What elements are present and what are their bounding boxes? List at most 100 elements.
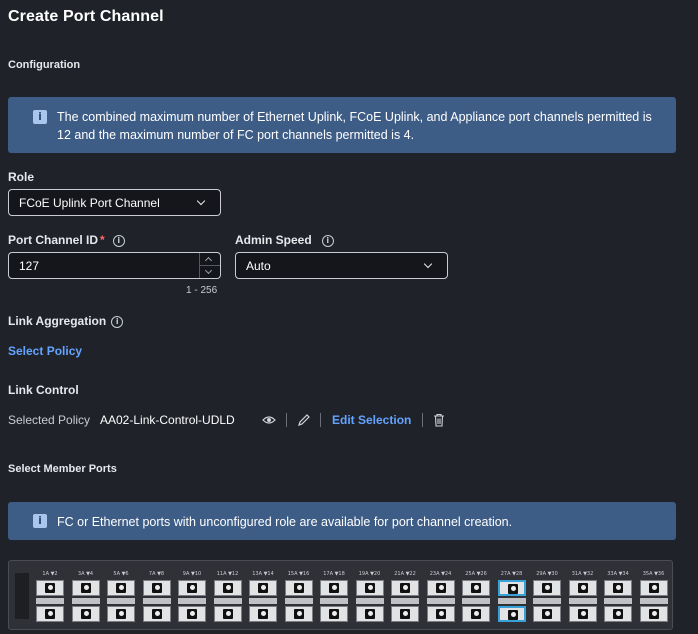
port-pair-27[interactable]: 27A ▼28 bbox=[495, 571, 529, 626]
stepper-down-icon[interactable] bbox=[204, 266, 213, 275]
port-15[interactable] bbox=[284, 580, 313, 596]
port-30[interactable] bbox=[533, 606, 561, 622]
port-channel-id-label-text: Port Channel ID bbox=[8, 233, 99, 247]
port-led bbox=[83, 585, 89, 590]
switch-faceplate: 1A ▼2 3A ▼4 5A ▼6 7A ▼8 9A ▼10 11A ▼12 13A ▼14… bbox=[8, 560, 673, 630]
info-circle-icon[interactable]: i bbox=[112, 234, 125, 247]
port-pair-19[interactable]: 19A ▼20 bbox=[353, 571, 387, 626]
port-number-label: 23A ▼24 bbox=[429, 571, 452, 577]
select-policy-link[interactable]: Select Policy bbox=[8, 344, 82, 358]
port-led bbox=[119, 585, 124, 590]
port-pair-1[interactable]: 1A ▼2 bbox=[33, 571, 67, 626]
port-26[interactable] bbox=[462, 606, 490, 622]
port-6[interactable] bbox=[107, 606, 135, 622]
port-pair-33[interactable]: 33A ▼34 bbox=[601, 571, 635, 626]
port-number-label: 9A ▼10 bbox=[182, 571, 202, 577]
role-select[interactable]: FCoE Uplink Port Channel bbox=[8, 189, 221, 216]
port-led bbox=[510, 586, 516, 591]
trash-icon[interactable] bbox=[433, 413, 445, 427]
port-23[interactable] bbox=[426, 580, 455, 596]
info-circle-icon[interactable]: i bbox=[111, 315, 124, 328]
port-led bbox=[119, 611, 124, 616]
port-27[interactable] bbox=[497, 580, 526, 596]
port-pair-13[interactable]: 13A ▼14 bbox=[246, 571, 280, 626]
port-22[interactable] bbox=[391, 606, 419, 622]
port-24[interactable] bbox=[426, 606, 455, 622]
configuration-info-banner: i The combined maximum number of Etherne… bbox=[8, 97, 676, 153]
port-number-label: 33A ▼34 bbox=[607, 571, 629, 577]
port-led bbox=[616, 611, 621, 616]
edit-selection-link[interactable]: Edit Selection bbox=[332, 413, 411, 427]
info-circle-icon[interactable]: i bbox=[321, 234, 334, 247]
port-pair-21[interactable]: 21A ▼22 bbox=[388, 571, 422, 626]
port-3[interactable] bbox=[71, 580, 100, 596]
port-17[interactable] bbox=[320, 580, 348, 596]
port-28[interactable] bbox=[497, 606, 526, 622]
admin-speed-select[interactable]: Auto bbox=[235, 252, 448, 279]
range-hint: 1 - 256 bbox=[186, 285, 218, 296]
port-13[interactable] bbox=[249, 580, 277, 596]
port-2[interactable] bbox=[36, 606, 64, 622]
port-pair-3[interactable]: 3A ▼4 bbox=[69, 571, 103, 626]
port-20[interactable] bbox=[355, 606, 384, 622]
port-11[interactable] bbox=[213, 580, 242, 596]
port-pair-7[interactable]: 7A ▼8 bbox=[140, 571, 174, 626]
port-12[interactable] bbox=[213, 606, 242, 622]
port-19[interactable] bbox=[355, 580, 384, 596]
port-led bbox=[651, 611, 657, 616]
port-16[interactable] bbox=[284, 606, 313, 622]
port-1[interactable] bbox=[36, 580, 64, 596]
port-led bbox=[616, 585, 621, 590]
port-divider-strip bbox=[462, 598, 490, 604]
port-pair-5[interactable]: 5A ▼6 bbox=[104, 571, 138, 626]
quantity-stepper[interactable] bbox=[199, 253, 220, 278]
port-divider-strip bbox=[71, 598, 100, 604]
port-led bbox=[83, 611, 89, 616]
port-29[interactable] bbox=[533, 580, 561, 596]
port-led bbox=[510, 612, 516, 617]
port-31[interactable] bbox=[568, 580, 597, 596]
port-14[interactable] bbox=[249, 606, 277, 622]
port-pair-11[interactable]: 11A ▼12 bbox=[211, 571, 245, 626]
admin-speed-label: Admin Speed i bbox=[235, 233, 334, 247]
port-number-label: 35A ▼36 bbox=[642, 571, 665, 577]
port-led bbox=[403, 585, 408, 590]
port-7[interactable] bbox=[142, 580, 171, 596]
port-divider-strip bbox=[178, 598, 206, 604]
stepper-up-icon[interactable] bbox=[204, 256, 213, 265]
admin-speed-value: Auto bbox=[246, 259, 271, 273]
port-32[interactable] bbox=[568, 606, 597, 622]
eye-icon[interactable] bbox=[262, 415, 276, 425]
port-pair-29[interactable]: 29A ▼30 bbox=[530, 571, 564, 626]
port-9[interactable] bbox=[178, 580, 206, 596]
port-number-label: 11A ▼12 bbox=[216, 571, 239, 577]
port-number-label: 25A ▼26 bbox=[465, 571, 487, 577]
port-pair-15[interactable]: 15A ▼16 bbox=[282, 571, 316, 626]
port-35[interactable] bbox=[639, 580, 668, 596]
divider bbox=[320, 413, 321, 427]
port-pair-9[interactable]: 9A ▼10 bbox=[175, 571, 209, 626]
port-5[interactable] bbox=[107, 580, 135, 596]
port-number-label: 7A ▼8 bbox=[148, 571, 165, 577]
port-divider-strip bbox=[284, 598, 313, 604]
port-pair-17[interactable]: 17A ▼18 bbox=[317, 571, 351, 626]
port-divider-strip bbox=[213, 598, 242, 604]
port-pair-35[interactable]: 35A ▼36 bbox=[637, 571, 671, 626]
port-34[interactable] bbox=[604, 606, 632, 622]
port-pair-31[interactable]: 31A ▼32 bbox=[566, 571, 600, 626]
pencil-icon[interactable] bbox=[297, 413, 311, 427]
port-led bbox=[367, 585, 373, 590]
port-18[interactable] bbox=[320, 606, 348, 622]
port-led bbox=[545, 611, 550, 616]
port-number-label: 21A ▼22 bbox=[394, 571, 416, 577]
port-pair-23[interactable]: 23A ▼24 bbox=[424, 571, 458, 626]
port-36[interactable] bbox=[639, 606, 668, 622]
port-8[interactable] bbox=[142, 606, 171, 622]
port-33[interactable] bbox=[604, 580, 632, 596]
port-channel-id-input[interactable]: 127 bbox=[8, 252, 221, 279]
port-21[interactable] bbox=[391, 580, 419, 596]
port-4[interactable] bbox=[71, 606, 100, 622]
port-10[interactable] bbox=[178, 606, 206, 622]
port-pair-25[interactable]: 25A ▼26 bbox=[459, 571, 493, 626]
port-25[interactable] bbox=[462, 580, 490, 596]
